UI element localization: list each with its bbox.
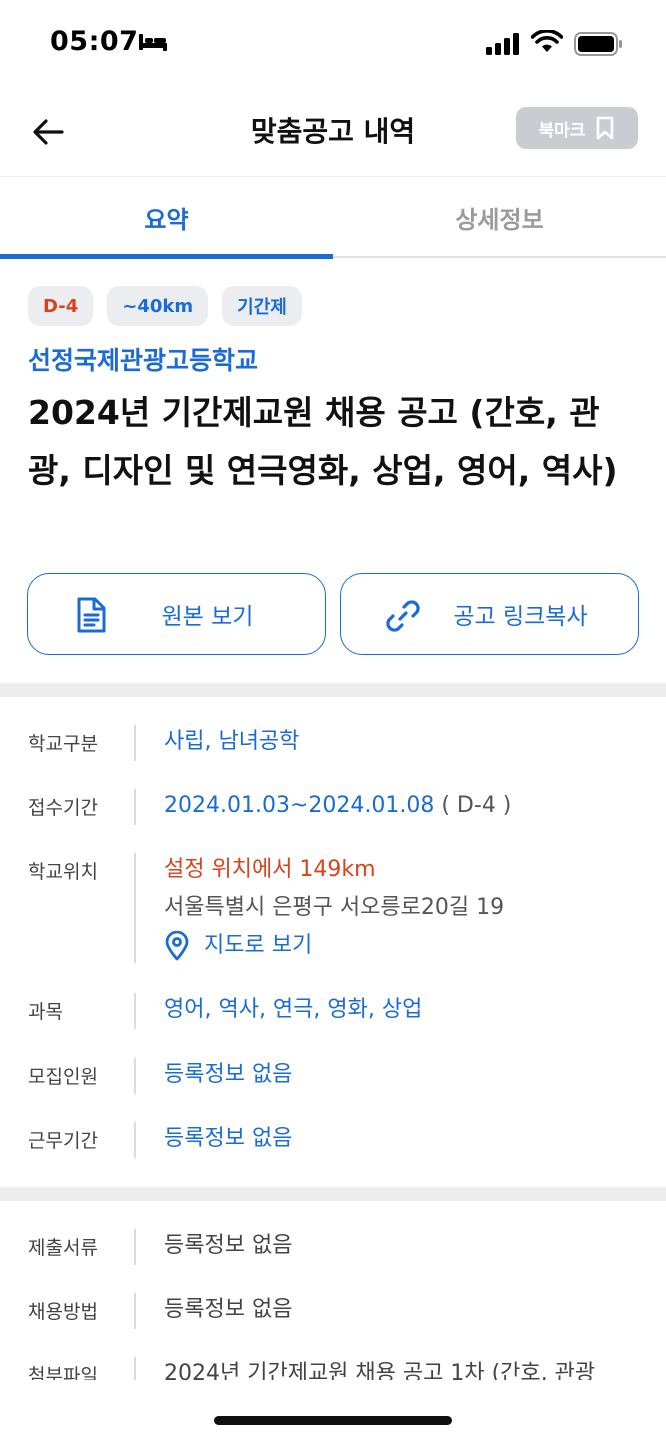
status-bar: 05:07 [0,0,666,88]
info-separator [134,789,136,825]
tab-bar: 요약 상세정보 [0,176,666,259]
dday-tag: D-4 [28,286,94,326]
tab-summary[interactable]: 요약 [0,177,333,259]
distance-tag: ~40km [107,286,209,326]
info-label: 근무기간 [28,1130,98,1152]
info-separator [134,1293,136,1329]
sleep-icon [139,34,167,51]
bookmark-button[interactable]: 북마크 [516,107,638,149]
info-label: 채용방법 [28,1301,98,1323]
section-divider [0,1187,666,1201]
signal-icon [486,33,519,55]
info-value: 등록정보 없음 [164,1062,293,1087]
info-value: 2024.01.03~2024.01.08 ( D-4 ) [164,787,511,825]
info-label: 과목 [28,1001,63,1023]
info-label: 제출서류 [28,1237,98,1259]
app-header: 맞춤공고 내역 북마크 [0,88,666,176]
info-separator [134,725,136,761]
info-label: 학교위치 [28,861,98,883]
bookmark-label: 북마크 [538,120,586,141]
bottom-safe-area [0,1380,666,1440]
employment-type-tag: 기간제 [222,286,302,326]
period-dday: ( D-4 ) [441,793,512,818]
tab-detail[interactable]: 상세정보 [333,177,666,257]
info-separator [134,1122,136,1158]
copy-link-button[interactable]: 공고 링크복사 [340,573,639,655]
info-separator [134,1229,136,1265]
home-indicator [214,1416,452,1425]
status-time: 05:07 [50,26,139,57]
info-value: 등록정보 없음 [164,1126,293,1151]
battery-icon [574,32,622,56]
period-dates: 2024.01.03~2024.01.08 [164,793,435,818]
info-separator [134,993,136,1029]
copy-link-label: 공고 링크복사 [453,604,588,630]
location-address: 서울특별시 은평구 서오릉로20길 19 [164,895,505,920]
info-value: 영어, 역사, 연극, 영화, 상업 [164,997,423,1022]
info-value: 등록정보 없음 [164,1297,293,1322]
info-value: 등록정보 없음 [164,1233,293,1258]
info-separator [134,1058,136,1094]
map-link[interactable]: 지도로 보기 [164,927,504,965]
info-label: 학교구분 [28,733,98,755]
section-divider [0,683,666,697]
info-value: 설정 위치에서 149km 서울특별시 은평구 서오릉로20길 19 지도로 보… [164,851,504,965]
info-separator [134,853,136,963]
info-label: 접수기간 [28,797,98,819]
map-pin-icon [165,931,189,961]
tag-list: D-4 ~40km 기간제 [28,286,302,326]
bookmark-icon [597,116,614,140]
view-original-label: 원본 보기 [161,604,254,630]
map-link-label: 지도로 보기 [204,933,313,958]
wifi-icon [531,30,563,52]
job-title: 2024년 기간제교원 채용 공고 (간호, 관광, 디자인 및 연극영화, 상… [28,393,618,490]
info-label: 모집인원 [28,1066,98,1088]
view-original-button[interactable]: 원본 보기 [27,573,326,655]
info-value: 사립, 남녀공학 [164,729,300,754]
school-name: 선정국제관광고등학교 [28,346,259,375]
location-distance: 설정 위치에서 149km [164,857,376,882]
